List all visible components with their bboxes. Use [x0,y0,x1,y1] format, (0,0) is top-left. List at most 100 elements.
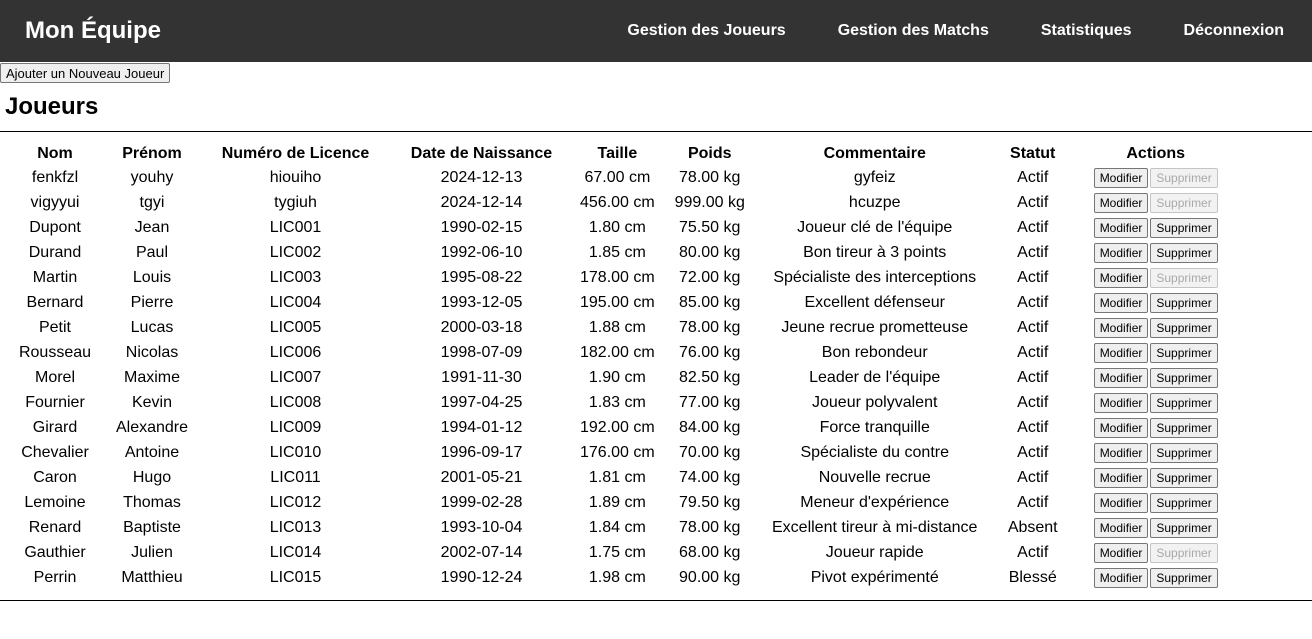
cell-commentaire: Spécialiste du contre [800,443,949,461]
cell-poids: 78.00 kg [679,168,741,186]
cell-actions: Modifier Supprimer [1073,390,1239,415]
cell-statut: Actif [1017,393,1049,411]
table-row: Gauthier Julien LIC014 2002-07-14 1.75 cm 68.… [6,540,1239,565]
cell-licence: LIC007 [269,368,322,386]
cell-statut: Actif [1017,443,1049,461]
cell-statut: Actif [1017,318,1049,336]
nav-link-gestion-joueurs[interactable]: Gestion des Joueurs [627,22,785,40]
nav-link-gestion-matchs[interactable]: Gestion des Matchs [838,22,989,40]
cell-poids: 999.00 kg [674,193,745,211]
cell-poids: 79.50 kg [679,493,741,511]
cell-nom: Bernard [26,293,84,311]
delete-player-button[interactable]: Supprimer [1150,492,1218,513]
cell-actions: Modifier Supprimer [1073,240,1239,265]
cell-statut: Actif [1017,543,1049,561]
cell-poids: 90.00 kg [679,568,741,586]
page-title: Joueurs [5,93,99,120]
cell-licence: LIC012 [269,493,322,511]
edit-player-button[interactable]: Modifier [1093,317,1149,338]
edit-player-button[interactable]: Modifier [1093,517,1149,538]
edit-player-button[interactable]: Modifier [1093,567,1149,588]
cell-actions: Modifier Supprimer [1073,165,1239,190]
table-row: Renard Baptiste LIC013 1993-10-04 1.84 cm 78.… [6,515,1239,540]
edit-player-button[interactable]: Modifier [1093,192,1149,213]
cell-statut: Actif [1017,468,1049,486]
cell-naissance: 1993-10-04 [440,518,523,536]
cell-licence: LIC013 [269,518,322,536]
edit-player-button[interactable]: Modifier [1093,442,1149,463]
cell-taille: 1.84 cm [588,518,646,536]
edit-player-button[interactable]: Modifier [1093,417,1149,438]
delete-player-button[interactable]: Supprimer [1150,242,1218,263]
nav-link-deconnexion[interactable]: Déconnexion [1184,22,1284,40]
edit-player-button[interactable]: Modifier [1093,342,1149,363]
nav-link-statistiques[interactable]: Statistiques [1041,22,1132,40]
edit-player-button[interactable]: Modifier [1093,492,1149,513]
cell-taille: 1.88 cm [588,318,646,336]
cell-actions: Modifier Supprimer [1073,540,1239,565]
cell-taille: 67.00 cm [584,168,651,186]
cell-prenom: Alexandre [115,418,189,436]
cell-commentaire: Bon rebondeur [821,343,928,361]
cell-actions: Modifier Supprimer [1073,415,1239,440]
edit-player-button[interactable]: Modifier [1093,542,1149,563]
cell-naissance: 1992-06-10 [440,243,523,261]
cell-licence: LIC002 [269,243,322,261]
cell-prenom: Baptiste [123,518,181,536]
cell-statut: Actif [1017,193,1049,211]
cell-nom: Morel [34,368,75,386]
cell-nom: Chevalier [21,443,89,461]
delete-player-button[interactable]: Supprimer [1150,417,1218,438]
edit-player-button[interactable]: Modifier [1093,267,1149,288]
cell-nom: Lemoine [24,493,86,511]
cell-prenom: Matthieu [121,568,183,586]
edit-player-button[interactable]: Modifier [1093,367,1149,388]
cell-licence: LIC008 [269,393,322,411]
cell-poids: 68.00 kg [679,543,741,561]
cell-prenom: youhy [130,168,174,186]
delete-player-button: Supprimer [1150,167,1218,188]
delete-player-button[interactable]: Supprimer [1150,517,1218,538]
edit-player-button[interactable]: Modifier [1093,242,1149,263]
delete-player-button: Supprimer [1150,267,1218,288]
cell-commentaire: Force tranquille [819,418,930,436]
cell-nom: Gauthier [24,543,86,561]
delete-player-button[interactable]: Supprimer [1150,217,1218,238]
add-player-button[interactable]: Ajouter un Nouveau Joueur [0,63,171,83]
cell-actions: Modifier Supprimer [1073,465,1239,490]
cell-taille: 182.00 cm [580,343,655,361]
divider-bottom [0,600,1312,601]
cell-actions: Modifier Supprimer [1073,515,1239,540]
cell-poids: 82.50 kg [679,368,741,386]
cell-poids: 84.00 kg [679,418,741,436]
cell-commentaire: Joueur polyvalent [812,393,938,411]
cell-taille: 1.89 cm [588,493,646,511]
cell-actions: Modifier Supprimer [1073,365,1239,390]
cell-licence: hiouiho [269,168,322,186]
cell-taille: 456.00 cm [580,193,655,211]
delete-player-button[interactable]: Supprimer [1150,292,1218,313]
edit-player-button[interactable]: Modifier [1093,292,1149,313]
delete-player-button[interactable]: Supprimer [1150,567,1218,588]
delete-player-button[interactable]: Supprimer [1150,392,1218,413]
delete-player-button[interactable]: Supprimer [1150,342,1218,363]
cell-naissance: 1997-04-25 [440,393,523,411]
cell-licence: LIC006 [269,343,322,361]
cell-taille: 1.75 cm [588,543,646,561]
cell-statut: Actif [1017,368,1049,386]
cell-prenom: Thomas [123,493,181,511]
edit-player-button[interactable]: Modifier [1093,167,1149,188]
cell-commentaire: Jeune recrue prometteuse [781,318,969,336]
edit-player-button[interactable]: Modifier [1093,217,1149,238]
edit-player-button[interactable]: Modifier [1093,392,1149,413]
cell-statut: Actif [1017,493,1049,511]
table-row: Morel Maxime LIC007 1991-11-30 1.90 cm 82.50 … [6,365,1239,390]
edit-player-button[interactable]: Modifier [1093,467,1149,488]
delete-player-button[interactable]: Supprimer [1150,442,1218,463]
cell-licence: LIC003 [269,268,322,286]
delete-player-button[interactable]: Supprimer [1150,467,1218,488]
cell-commentaire: Nouvelle recrue [818,468,931,486]
delete-player-button[interactable]: Supprimer [1150,367,1218,388]
cell-nom: Girard [32,418,78,436]
delete-player-button[interactable]: Supprimer [1150,317,1218,338]
